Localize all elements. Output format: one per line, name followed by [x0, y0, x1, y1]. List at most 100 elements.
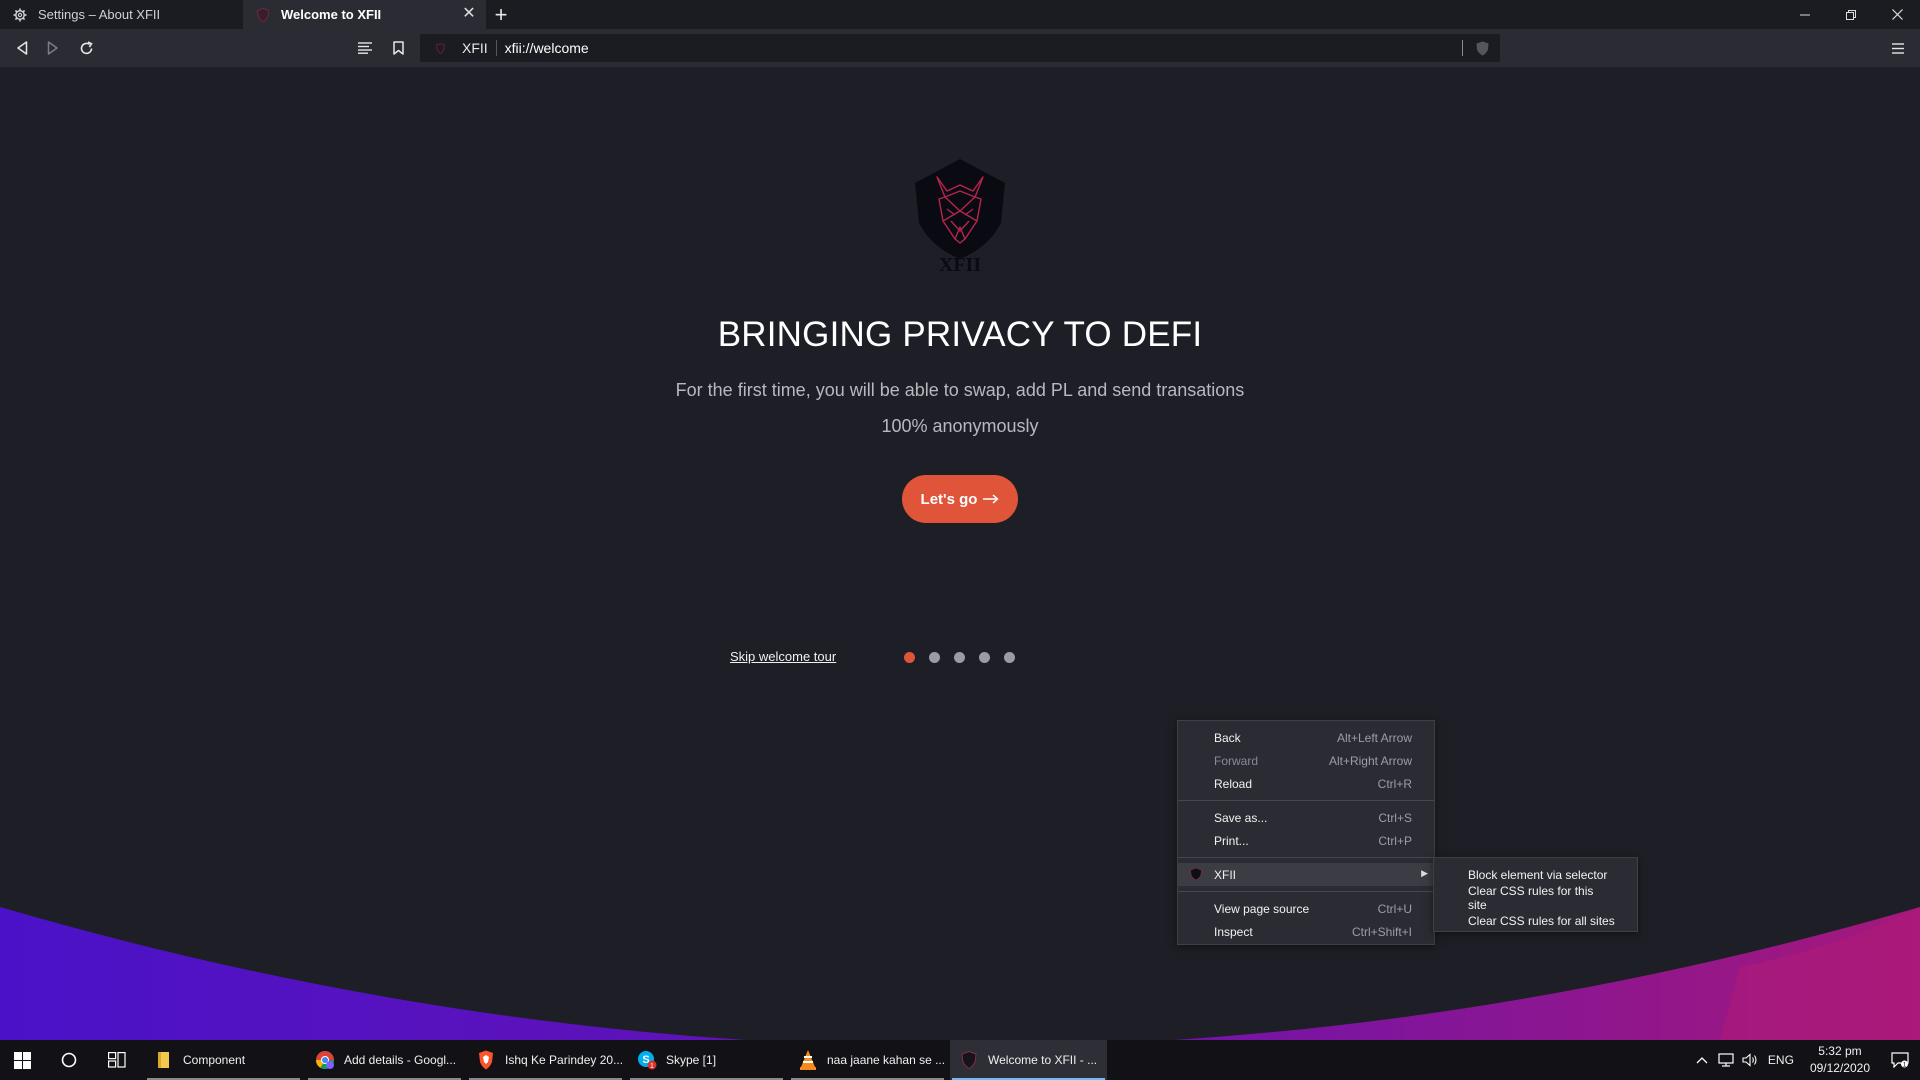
reload-button[interactable]: [76, 38, 96, 58]
menu-item-view-source[interactable]: View page source Ctrl+U: [1178, 897, 1434, 920]
forward-button[interactable]: [43, 38, 63, 58]
new-tab-button[interactable]: +: [486, 0, 516, 29]
menu-item-label: Back: [1214, 730, 1241, 745]
taskbar-app-label: Welcome to XFII - ...: [988, 1053, 1098, 1067]
submenu-item-clear-all-css[interactable]: Clear CSS rules for all sites: [1434, 909, 1637, 932]
plus-icon: +: [494, 1, 508, 27]
taskbar-app-chrome[interactable]: Add details - Googl...: [306, 1040, 463, 1080]
menu-item-label: XFII: [1214, 867, 1237, 882]
address-bar[interactable]: XFII xfii://welcome: [420, 34, 1500, 62]
menu-item-inspect[interactable]: Inspect Ctrl+Shift+I: [1178, 920, 1434, 943]
reader-mode-button[interactable]: [355, 38, 375, 58]
chevron-up-icon[interactable]: [1690, 1056, 1714, 1064]
brave-icon: [475, 1049, 497, 1071]
forward-arrow-icon: [47, 41, 58, 55]
xfii-shield-icon: [255, 7, 271, 23]
gear-icon: [12, 7, 28, 23]
xfii-shield-icon: [958, 1049, 980, 1071]
taskbar-app-label: Ishq Ke Parindey 20...: [505, 1053, 624, 1067]
system-tray: ENG 5:32 pm 09/12/2020 1: [1690, 1040, 1920, 1080]
bookmark-icon: [392, 41, 404, 55]
menu-item-xfii[interactable]: XFII ▶: [1178, 863, 1434, 886]
menu-item-label: View page source: [1214, 901, 1310, 916]
notifications-icon[interactable]: 1: [1880, 1052, 1920, 1068]
tab-welcome[interactable]: Welcome to XFII ✕: [243, 0, 486, 29]
taskbar-app-skype[interactable]: S1 Skype [1]: [628, 1040, 785, 1080]
logo-wordmark: XFII: [939, 254, 981, 275]
menu-item-shortcut: Ctrl+R: [1377, 776, 1412, 791]
language-indicator[interactable]: ENG: [1762, 1053, 1800, 1067]
lets-go-button[interactable]: Let's go: [902, 475, 1018, 523]
bookmark-button[interactable]: [388, 38, 408, 58]
tour-dot-2[interactable]: [929, 652, 940, 663]
window-controls: [1782, 0, 1920, 29]
search-button[interactable]: [45, 1040, 93, 1080]
menu-item-shortcut: Ctrl+U: [1377, 901, 1412, 916]
start-button[interactable]: [0, 1040, 45, 1080]
menu-divider: [1178, 800, 1434, 801]
menu-divider: [1178, 857, 1434, 858]
taskbar-app-label: naa jaane kahan se ...: [827, 1053, 946, 1067]
restore-button[interactable]: [1828, 0, 1874, 29]
clock-time: 5:32 pm: [1818, 1044, 1862, 1058]
restore-icon: [1846, 9, 1856, 20]
tour-dot-5[interactable]: [1004, 652, 1015, 663]
menu-item-label: Clear CSS rules for this site: [1468, 883, 1594, 912]
xfii-shield-icon: [1190, 867, 1202, 881]
menu-divider: [1178, 891, 1434, 892]
minimize-button[interactable]: [1782, 0, 1828, 29]
taskbar-app-vlc[interactable]: naa jaane kahan se ...: [789, 1040, 946, 1080]
menu-item-shortcut: Alt+Right Arrow: [1328, 753, 1412, 768]
xfii-submenu: Block element via selector Clear CSS rul…: [1433, 857, 1638, 932]
vlc-icon: [797, 1049, 819, 1071]
tour-progress-dots: [904, 652, 1015, 663]
menu-item-shortcut: Ctrl+S: [1378, 810, 1412, 825]
taskbar-app-xfii[interactable]: Welcome to XFII - ...: [950, 1040, 1107, 1080]
folder-icon: [153, 1049, 175, 1071]
menu-item-back[interactable]: Back Alt+Left Arrow: [1178, 726, 1434, 749]
volume-icon[interactable]: [1738, 1053, 1762, 1067]
windows-logo-icon: [14, 1051, 31, 1069]
close-window-button[interactable]: [1874, 0, 1920, 29]
menu-item-label: Print...: [1214, 833, 1249, 848]
submenu-arrow-icon: ▶: [1421, 868, 1428, 878]
arrow-right-icon: [983, 494, 1000, 504]
task-view-button[interactable]: [93, 1040, 141, 1080]
taskbar-app-label: Component: [183, 1053, 246, 1067]
menu-item-print[interactable]: Print... Ctrl+P: [1178, 829, 1434, 852]
skip-tour-link[interactable]: Skip welcome tour: [730, 649, 836, 664]
url-text[interactable]: xfii://welcome: [505, 40, 589, 56]
menu-item-label: Save as...: [1214, 810, 1268, 825]
menu-item-save-as[interactable]: Save as... Ctrl+S: [1178, 806, 1434, 829]
skype-icon: S1: [636, 1049, 658, 1071]
context-menu: Back Alt+Left Arrow Forward Alt+Right Ar…: [1177, 720, 1435, 945]
windows-taskbar: Component Add details - Googl... Ishq Ke…: [0, 1040, 1920, 1080]
menu-item-label: Inspect: [1214, 924, 1253, 939]
menu-button[interactable]: [1888, 38, 1908, 58]
tour-dot-4[interactable]: [979, 652, 990, 663]
back-button[interactable]: [12, 38, 32, 58]
menu-item-forward[interactable]: Forward Alt+Right Arrow: [1178, 749, 1434, 772]
close-icon[interactable]: ✕: [460, 5, 478, 23]
reload-icon: [80, 40, 93, 54]
clock[interactable]: 5:32 pm 09/12/2020: [1800, 1043, 1880, 1077]
page-title: BRINGING PRIVACY TO DEFI: [717, 315, 1203, 354]
taskbar-app-brave[interactable]: Ishq Ke Parindey 20...: [467, 1040, 624, 1080]
hamburger-icon: [1892, 42, 1904, 54]
menu-item-reload[interactable]: Reload Ctrl+R: [1178, 772, 1434, 795]
tab-settings[interactable]: Settings – About XFII: [0, 0, 243, 29]
lets-go-label: Let's go: [920, 490, 978, 508]
minimize-icon: [1800, 14, 1810, 15]
shields-icon[interactable]: [1474, 40, 1490, 56]
tab-strip: Settings – About XFII Welcome to XFII ✕ …: [0, 0, 1920, 29]
taskbar-app-explorer[interactable]: Component: [145, 1040, 302, 1080]
tour-dot-1[interactable]: [904, 652, 915, 663]
tour-dot-3[interactable]: [954, 652, 965, 663]
clock-date: 09/12/2020: [1809, 1061, 1870, 1075]
submenu-item-clear-site-css[interactable]: Clear CSS rules for this site: [1434, 883, 1637, 912]
network-icon[interactable]: [1714, 1053, 1738, 1067]
menu-item-label: Reload: [1214, 776, 1253, 791]
site-shield-icon: [430, 42, 450, 54]
browser-toolbar: XFII xfii://welcome: [0, 29, 1920, 67]
menu-item-label: Clear CSS rules for all sites: [1468, 913, 1615, 928]
